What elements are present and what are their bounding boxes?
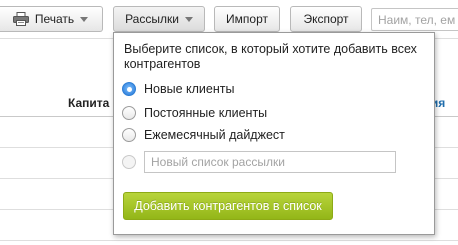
table-row-divider [0, 240, 458, 241]
export-button-label: Экспорт [303, 12, 349, 26]
search-input[interactable] [371, 8, 458, 31]
mailing-button-label: Рассылки [125, 12, 179, 26]
radio-disabled[interactable] [122, 155, 136, 169]
option-label: Ежемесячный дайджест [144, 128, 285, 142]
radio-selected[interactable] [122, 82, 136, 96]
option-new-clients[interactable]: Новые клиенты [122, 82, 234, 96]
option-regular-clients[interactable]: Постоянные клиенты [122, 106, 267, 120]
printer-icon [12, 12, 29, 26]
add-contacts-button[interactable]: Добавить контрагентов в список [123, 192, 333, 220]
print-button-label: Печать [34, 12, 75, 26]
print-button[interactable]: Печать [0, 6, 103, 32]
option-label: Новые клиенты [144, 82, 235, 96]
new-list-input[interactable] [144, 151, 396, 173]
option-monthly-digest[interactable]: Ежемесячный дайджест [122, 128, 285, 142]
column-header-capital[interactable]: Капита [68, 96, 109, 110]
chevron-down-icon [80, 16, 89, 22]
option-label: Постоянные клиенты [144, 106, 268, 120]
import-button-label: Импорт [226, 12, 268, 26]
export-button[interactable]: Экспорт [290, 6, 362, 32]
mailing-button[interactable]: Рассылки [113, 6, 205, 32]
dropdown-title: Выберите список, в который хотите добави… [124, 42, 417, 71]
radio[interactable] [122, 128, 136, 142]
mailing-list-dropdown: Выберите список, в который хотите добави… [113, 32, 435, 235]
chevron-down-icon [184, 16, 193, 22]
option-new-list[interactable] [122, 151, 396, 173]
radio[interactable] [122, 106, 136, 120]
import-button[interactable]: Импорт [214, 6, 280, 32]
